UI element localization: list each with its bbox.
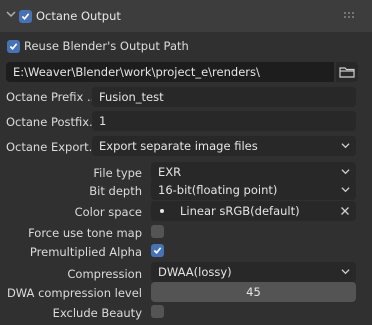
chevron-down-icon	[341, 269, 350, 275]
exclude-beauty-label: Exclude Beauty	[52, 306, 142, 320]
check-icon	[21, 13, 30, 20]
premultiplied-alpha-label: Premultiplied Alpha	[29, 245, 142, 259]
export-dropdown[interactable]: Export separate image files	[92, 136, 356, 156]
prefix-field[interactable]: Fusion_test	[92, 87, 356, 107]
bullet-icon	[160, 209, 164, 213]
dwa-level-value: 45	[246, 285, 261, 299]
check-icon	[153, 247, 162, 254]
panel-title: Octane Output	[36, 9, 121, 23]
folder-icon	[339, 67, 355, 78]
compression-value: DWAA(lossy)	[158, 265, 232, 279]
output-path-field[interactable]: E:\Weaver\Blender\work\project_e\renders…	[6, 62, 334, 82]
postfix-field[interactable]: 1	[92, 111, 356, 131]
premultiplied-alpha-checkbox[interactable]	[151, 244, 164, 257]
force-tone-map-checkbox[interactable]	[151, 225, 164, 238]
exclude-beauty-checkbox[interactable]	[151, 305, 164, 318]
reuse-output-path-checkbox[interactable]	[7, 40, 20, 53]
file-type-dropdown[interactable]: EXR	[151, 162, 356, 182]
file-type-value: EXR	[158, 165, 182, 179]
bit-depth-dropdown[interactable]: 16-bit(floating point)	[151, 180, 356, 200]
dwa-level-label: DWA compression level	[6, 286, 142, 300]
folder-browse-button[interactable]	[336, 62, 358, 82]
postfix-label: Octane Postfix...	[6, 115, 101, 129]
chevron-down-icon[interactable]	[6, 9, 16, 19]
reuse-output-path-label: Reuse Blender's Output Path	[24, 39, 189, 53]
force-tone-map-label: Force use tone map	[28, 226, 142, 240]
compression-label: Compression	[67, 267, 142, 281]
check-icon	[9, 43, 18, 50]
compression-dropdown[interactable]: DWAA(lossy)	[151, 262, 356, 282]
prefix-label: Octane Prefix ...	[6, 90, 98, 104]
prefix-value: Fusion_test	[99, 90, 164, 104]
bit-depth-label: Bit depth	[89, 184, 142, 198]
panel-header[interactable]: Octane Output	[0, 0, 372, 32]
color-space-field[interactable]: Linear sRGB(default)	[151, 201, 356, 221]
output-path-value: E:\Weaver\Blender\work\project_e\renders…	[13, 65, 260, 79]
octane-output-checkbox[interactable]	[19, 10, 32, 23]
chevron-down-icon	[341, 169, 350, 175]
color-space-value: Linear sRGB(default)	[180, 204, 300, 218]
file-type-label: File type	[93, 166, 142, 180]
chevron-down-icon	[341, 187, 350, 193]
dwa-level-slider[interactable]: 45	[151, 282, 356, 302]
color-space-label: Color space	[74, 205, 142, 219]
postfix-value: 1	[99, 114, 107, 128]
bit-depth-value: 16-bit(floating point)	[158, 183, 278, 197]
grip-dots-icon[interactable]	[344, 12, 356, 20]
close-icon[interactable]	[340, 206, 350, 216]
chevron-down-icon	[341, 143, 350, 149]
export-label: Octane Export...	[6, 140, 100, 154]
export-value: Export separate image files	[99, 139, 258, 153]
